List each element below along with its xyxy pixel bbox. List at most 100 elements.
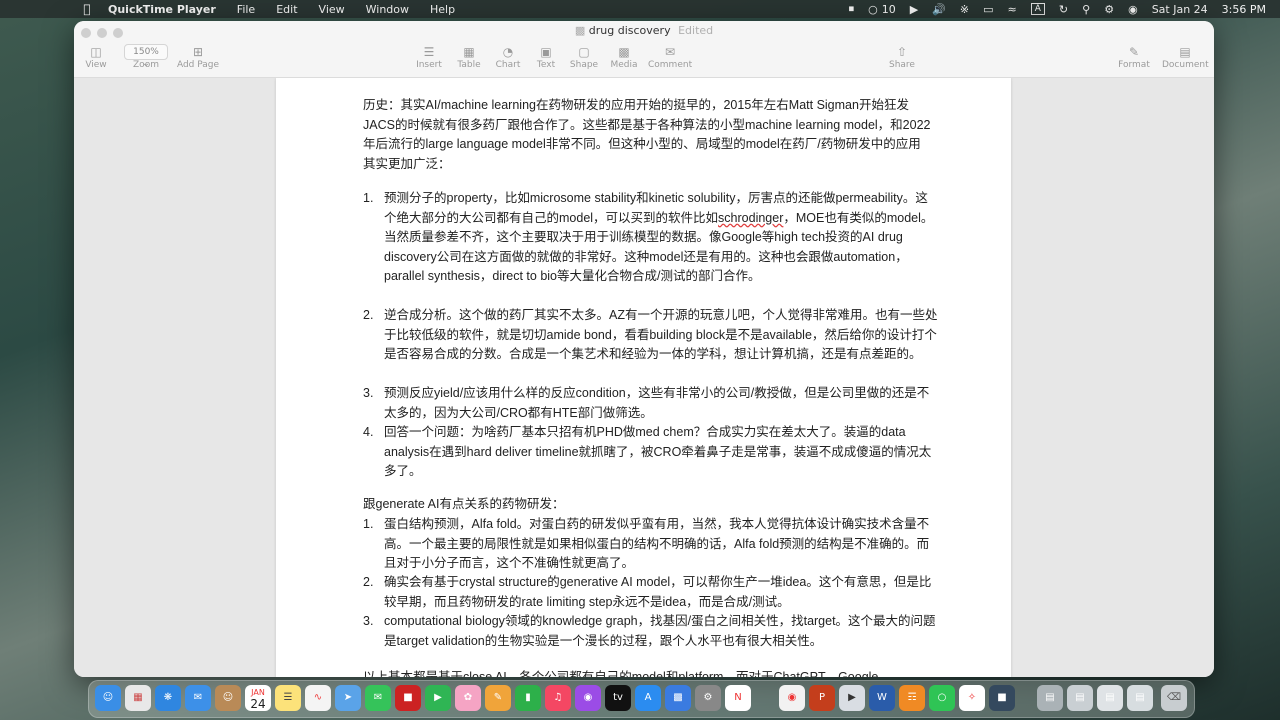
screen-share-icon[interactable]: ■ (989, 685, 1015, 711)
system-settings-icon[interactable]: ⚙ (695, 685, 721, 711)
menubar-time[interactable]: 3:56 PM (1222, 3, 1266, 16)
wechat-count: 10 (881, 2, 896, 16)
paintbrush-icon: ✎ (1128, 45, 1140, 59)
chart-button[interactable]: ◔ Chart (493, 44, 523, 70)
safari-icon[interactable]: ❋ (155, 685, 181, 711)
closing-paragraph[interactable]: 以上基本都是基于close AI，各个公司都有自己的model和platform… (363, 668, 943, 677)
generative-ai-heading[interactable]: 跟generate AI有点关系的药物研发： (363, 495, 933, 515)
insert-label: Insert (416, 60, 442, 70)
list-number: 1. (363, 517, 374, 531)
app-icon[interactable]: ■ (395, 685, 421, 711)
document-panel-icon: ▤ (1179, 45, 1191, 59)
pages-icon[interactable]: ✎ (485, 685, 511, 711)
zoom-control[interactable]: 150% ⌄ Zoom (124, 44, 168, 70)
history-paragraph[interactable]: 历史：其实AI/machine learning在药物研发的应用开始的挺早的，2… (363, 96, 933, 174)
zoom-select[interactable]: 150% ⌄ (124, 44, 168, 69)
text-box-icon: ▣ (540, 45, 552, 59)
list-text: 蛋白结构预测，Alfa fold。对蛋白药的研发似乎蛮有用，当然，我本人觉得抗体… (384, 517, 930, 571)
numbers-icon[interactable]: ▮ (515, 685, 541, 711)
list-text: 逆合成分析。这个做的药厂其实不太多。AZ有一个开源的玩意儿吧，个人觉得非常难用。… (384, 308, 938, 362)
table-label: Table (457, 60, 481, 70)
view-button[interactable]: ◫ View (84, 44, 108, 70)
menubar-date[interactable]: Sat Jan 24 (1152, 3, 1208, 16)
add-page-button[interactable]: ⊞ Add Page (176, 44, 220, 70)
toolbar: ▩ drug discovery Edited ◫ View 150% ⌄ Zo… (74, 21, 1214, 78)
powerpoint-icon[interactable]: P (809, 685, 835, 711)
apple-icon[interactable]:  (79, 2, 95, 16)
document-canvas[interactable]: 历史：其实AI/machine learning在药物研发的应用开始的挺早的，2… (74, 78, 1214, 677)
misspelled-word[interactable]: schrodinger (718, 211, 783, 225)
edited-status: Edited (678, 24, 714, 37)
launchpad-icon[interactable]: ▦ (125, 685, 151, 711)
news-icon[interactable]: N (725, 685, 751, 711)
wechat-dock-icon[interactable]: ○ (929, 685, 955, 711)
text-label: Text (536, 60, 556, 70)
siri-icon[interactable]: ◉ (1128, 3, 1138, 16)
folder-stack-icon[interactable]: ▤ (1127, 685, 1153, 711)
trash-icon[interactable]: ⌫ (1161, 685, 1187, 711)
insert-icon: ☰ (423, 45, 435, 59)
text-button[interactable]: ▣ Text (531, 44, 561, 70)
calendar-day: 24 (250, 697, 266, 711)
facetime-icon[interactable]: ▶ (425, 685, 451, 711)
volume-icon[interactable]: 🔊 (932, 3, 946, 16)
menu-view[interactable]: View (319, 3, 345, 16)
play-icon[interactable]: ▶ (910, 3, 918, 16)
wechat-icon[interactable]: ○ (868, 3, 878, 16)
table-icon: ▦ (463, 45, 475, 59)
document-page[interactable]: 历史：其实AI/machine learning在药物研发的应用开始的挺早的，2… (276, 78, 1011, 677)
bluetooth-icon[interactable]: ※ (960, 3, 969, 16)
downloads-stack-icon[interactable]: ▤ (1037, 685, 1063, 711)
messages-icon[interactable]: ✉ (365, 685, 391, 711)
document-button[interactable]: ▤ Document (1162, 44, 1209, 70)
format-button[interactable]: ✎ Format (1116, 44, 1152, 70)
finder-icon[interactable]: ☺ (95, 685, 121, 711)
comment-button[interactable]: ✉ Comment (648, 44, 692, 70)
music-icon[interactable]: ♫ (545, 685, 571, 711)
time-machine-icon[interactable]: ↻ (1059, 3, 1068, 16)
calendar-icon[interactable]: JAN 24 (245, 685, 271, 711)
document-icon: ▩ (574, 24, 586, 37)
shape-button[interactable]: ▢ Shape (569, 44, 599, 70)
maps-icon[interactable]: ➤ (335, 685, 361, 711)
photos-icon[interactable]: ✿ (455, 685, 481, 711)
battery-icon[interactable]: ▭ (983, 3, 993, 16)
document-title[interactable]: drug discovery (589, 24, 671, 37)
tv-icon[interactable]: tv (605, 685, 631, 711)
shape-icon: ▢ (578, 45, 590, 59)
menu-file[interactable]: File (237, 3, 255, 16)
list-text: 预测分子的property，比如microsome stability和kine… (384, 191, 934, 284)
share-button[interactable]: ⇧ Share (887, 44, 917, 70)
screenshot-stack-icon[interactable]: ▤ (1097, 685, 1123, 711)
menu-edit[interactable]: Edit (276, 3, 297, 16)
preview-icon[interactable]: ▩ (665, 685, 691, 711)
notes-icon[interactable]: ☰ (275, 685, 301, 711)
control-center-icon[interactable]: ⚙ (1104, 3, 1114, 16)
window-title: ▩ drug discovery Edited (74, 24, 1214, 37)
add-page-icon: ⊞ (192, 45, 204, 59)
media-button[interactable]: ▩ Media (609, 44, 639, 70)
menu-help[interactable]: Help (430, 3, 455, 16)
app-store-icon[interactable]: A (635, 685, 661, 711)
mail-icon[interactable]: ✉ (185, 685, 211, 711)
quicktime-icon[interactable]: ▶ (839, 685, 865, 711)
list-number: 2. (363, 575, 374, 589)
stop-recording-icon[interactable]: ⏹ (849, 2, 855, 16)
contacts-icon[interactable]: ☺ (215, 685, 241, 711)
document-label: Document (1162, 60, 1209, 70)
slack-icon[interactable]: ✧ (959, 685, 985, 711)
chrome-icon[interactable]: ◉ (779, 685, 805, 711)
input-source-indicator[interactable]: A (1030, 3, 1045, 15)
list-number: 3. (363, 386, 374, 400)
word-icon[interactable]: W (869, 685, 895, 711)
podcasts-icon[interactable]: ◉ (575, 685, 601, 711)
freeform-icon[interactable]: ∿ (305, 685, 331, 711)
app-menu-name[interactable]: QuickTime Player (108, 3, 216, 16)
menu-window[interactable]: Window (366, 3, 409, 16)
wifi-icon[interactable]: ≈ (1008, 3, 1017, 16)
table-button[interactable]: ▦ Table (454, 44, 484, 70)
search-icon[interactable]: ⚲ (1082, 3, 1090, 16)
books-icon[interactable]: ☶ (899, 685, 925, 711)
insert-button[interactable]: ☰ Insert (414, 44, 444, 70)
documents-stack-icon[interactable]: ▤ (1067, 685, 1093, 711)
